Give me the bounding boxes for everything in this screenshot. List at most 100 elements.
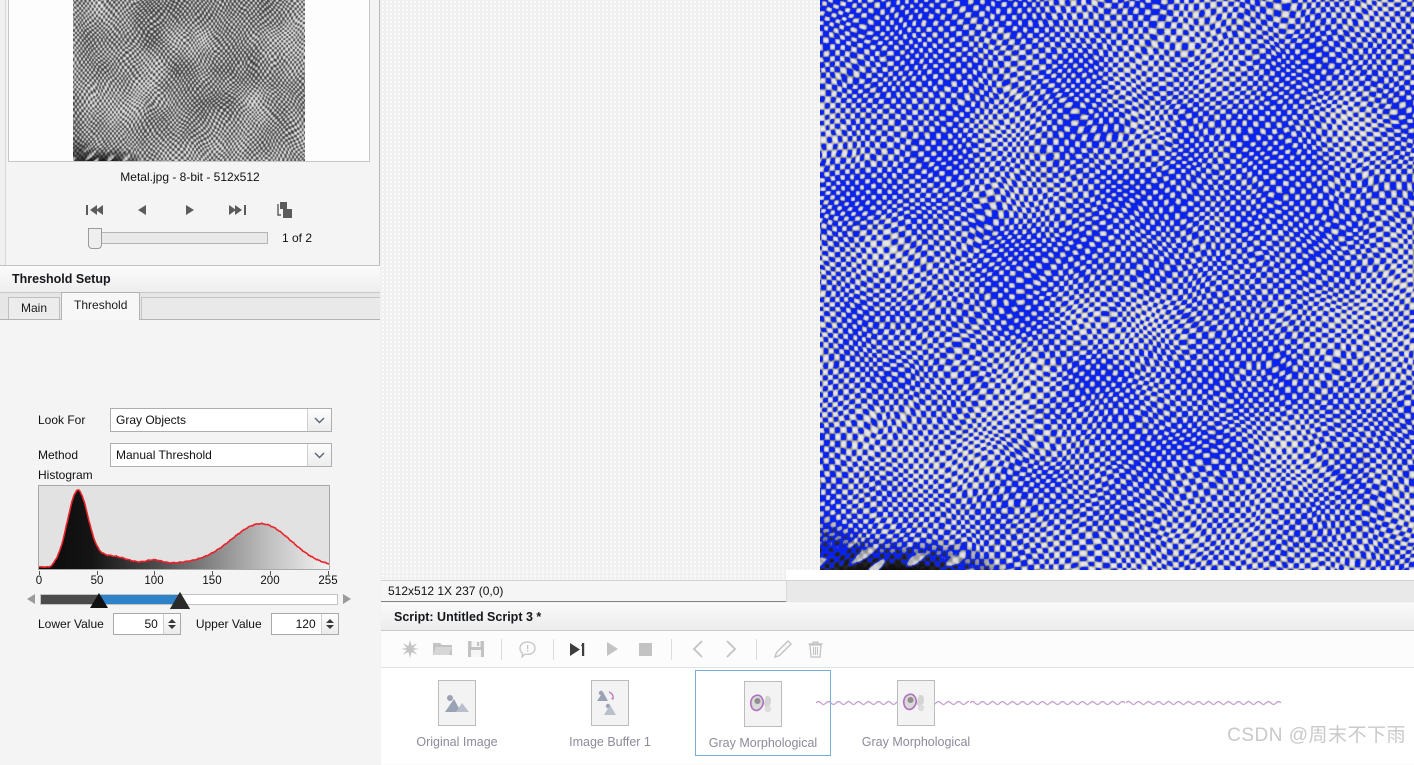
script-step-gray-morphological-2[interactable]: Gray Morphological xyxy=(848,670,984,756)
chevron-down-icon[interactable] xyxy=(307,444,331,466)
upper-value-stepper[interactable]: 120 xyxy=(270,613,339,635)
range-slider-track[interactable] xyxy=(40,591,338,609)
lower-value-spin-buttons[interactable] xyxy=(162,614,180,634)
tab-strip-filler xyxy=(141,297,380,319)
thresholded-image-view[interactable] xyxy=(820,0,1414,570)
range-decrease-icon[interactable] xyxy=(24,593,38,605)
lower-threshold-handle[interactable] xyxy=(90,592,109,608)
next-image-icon[interactable] xyxy=(177,197,203,223)
lower-value-input[interactable]: 50 xyxy=(114,617,163,631)
first-image-icon[interactable] xyxy=(81,197,107,223)
tile-layout-icon[interactable] xyxy=(273,197,299,223)
histogram-plot[interactable] xyxy=(38,485,330,570)
morphology-icon xyxy=(897,680,935,726)
threshold-range-slider[interactable] xyxy=(24,590,354,609)
slider-handle[interactable] xyxy=(88,228,102,249)
script-step-label: Gray Morphological xyxy=(708,736,818,750)
image-index-count: 1 of 2 xyxy=(282,231,313,245)
range-selected-fill xyxy=(99,594,181,604)
threshold-value-row: Lower Value 50 Upper Value 120 xyxy=(38,613,339,635)
watermark-text: CSDN @周末不下雨 xyxy=(1227,725,1406,746)
image-index-slider-row: 1 of 2 xyxy=(0,228,380,249)
open-script-icon[interactable] xyxy=(426,634,459,664)
left-panel: Metal.jpg - 8-bit - 512x512 1 of 2 Thres… xyxy=(0,0,380,765)
spin-down-icon[interactable] xyxy=(167,625,176,629)
status-text: 512x512 1X 237 (0,0) xyxy=(388,584,504,598)
application-window: Metal.jpg - 8-bit - 512x512 1 of 2 Thres… xyxy=(0,0,1414,765)
method-value: Manual Threshold xyxy=(116,448,212,462)
edit-icon[interactable] xyxy=(766,634,799,664)
lower-value-stepper[interactable]: 50 xyxy=(112,613,181,635)
script-step-label: Original Image xyxy=(416,735,498,749)
toolbar-separator xyxy=(501,638,502,660)
look-for-row: Look For Gray Objects xyxy=(38,408,332,432)
look-for-select[interactable]: Gray Objects xyxy=(110,408,332,432)
status-bar: 512x512 1X 237 (0,0) xyxy=(381,580,1414,602)
script-steps-list: Original Image Image Buffer 1 Gray Morph… xyxy=(381,668,1414,764)
image-icon xyxy=(438,680,476,726)
threshold-setup-panel: Threshold Setup Main Threshold Look For … xyxy=(0,265,380,765)
upper-value-spin-buttons[interactable] xyxy=(320,614,338,634)
histogram-axis: 0 50 100 150 200 255 xyxy=(32,571,338,591)
step-connector xyxy=(970,700,1125,706)
run-icon[interactable] xyxy=(596,634,629,664)
axis-tick-label: 0 xyxy=(35,575,43,587)
method-row: Method Manual Threshold xyxy=(38,443,332,467)
histogram-label: Histogram xyxy=(38,468,93,482)
upper-value-label: Upper Value xyxy=(195,617,262,631)
toolbar-separator xyxy=(553,638,554,660)
image-buffer-icon xyxy=(591,680,629,726)
script-step-original-image[interactable]: Original Image xyxy=(389,670,525,756)
new-script-icon[interactable] xyxy=(393,634,426,664)
look-for-value: Gray Objects xyxy=(116,413,187,427)
run-one-step-icon[interactable] xyxy=(563,634,596,664)
image-index-slider[interactable] xyxy=(88,228,268,249)
delete-icon[interactable] xyxy=(799,634,832,664)
previous-image-icon[interactable] xyxy=(129,197,155,223)
script-title: Script: Untitled Script 3 * xyxy=(381,603,1414,631)
chevron-down-icon[interactable] xyxy=(307,409,331,431)
upper-handle-outline xyxy=(170,591,191,609)
tab-threshold[interactable]: Threshold xyxy=(61,292,141,320)
step-back-icon[interactable] xyxy=(681,634,714,664)
tab-main[interactable]: Main xyxy=(8,297,61,319)
spin-up-icon[interactable] xyxy=(325,619,334,623)
step-forward-icon[interactable] xyxy=(714,634,747,664)
spin-down-icon[interactable] xyxy=(325,625,334,629)
image-navigation-toolbar xyxy=(0,197,380,223)
page-title: Threshold Setup xyxy=(0,266,380,293)
upper-value-input[interactable]: 120 xyxy=(272,617,321,631)
morphology-icon xyxy=(744,681,782,727)
look-for-label: Look For xyxy=(38,413,86,427)
scrollbar-thumb[interactable] xyxy=(786,570,1414,580)
thumbnail-caption: Metal.jpg - 8-bit - 512x512 xyxy=(120,170,260,184)
script-step-label: Image Buffer 1 xyxy=(569,735,651,749)
lower-value-label: Lower Value xyxy=(38,617,104,631)
range-increase-icon[interactable] xyxy=(340,593,354,605)
spin-up-icon[interactable] xyxy=(167,619,176,623)
threshold-tab-body: Look For Gray Objects Method Manual Thre… xyxy=(0,319,380,756)
save-script-icon[interactable] xyxy=(459,634,492,664)
axis-tick-label: 100 xyxy=(144,575,164,587)
method-select[interactable]: Manual Threshold xyxy=(110,443,332,467)
axis-tick-label: 200 xyxy=(260,575,280,587)
comment-icon[interactable] xyxy=(511,634,544,664)
toolbar-separator xyxy=(671,638,672,660)
toolbar-separator xyxy=(756,638,757,660)
script-step-gray-morphological-1[interactable]: Gray Morphological xyxy=(695,670,831,756)
status-secondary-panel xyxy=(786,581,1414,602)
script-step-image-buffer-1[interactable]: Image Buffer 1 xyxy=(542,670,678,756)
axis-tick-label: 255 xyxy=(318,575,338,587)
canvas-horizontal-scrollbar[interactable] xyxy=(381,570,1414,580)
axis-tick-label: 50 xyxy=(90,575,104,587)
upper-threshold-handle[interactable] xyxy=(170,591,191,609)
image-canvas-area[interactable] xyxy=(381,0,1414,580)
script-toolbar xyxy=(381,631,1414,668)
metal-microstructure-thumbnail xyxy=(73,0,305,161)
tab-strip: Main Threshold xyxy=(0,292,380,320)
script-step-label: Gray Morphological xyxy=(861,735,971,749)
last-image-icon[interactable] xyxy=(225,197,251,223)
image-thumbnail-card[interactable] xyxy=(8,0,370,162)
axis-tick-label: 150 xyxy=(202,575,222,587)
stop-icon[interactable] xyxy=(629,634,662,664)
